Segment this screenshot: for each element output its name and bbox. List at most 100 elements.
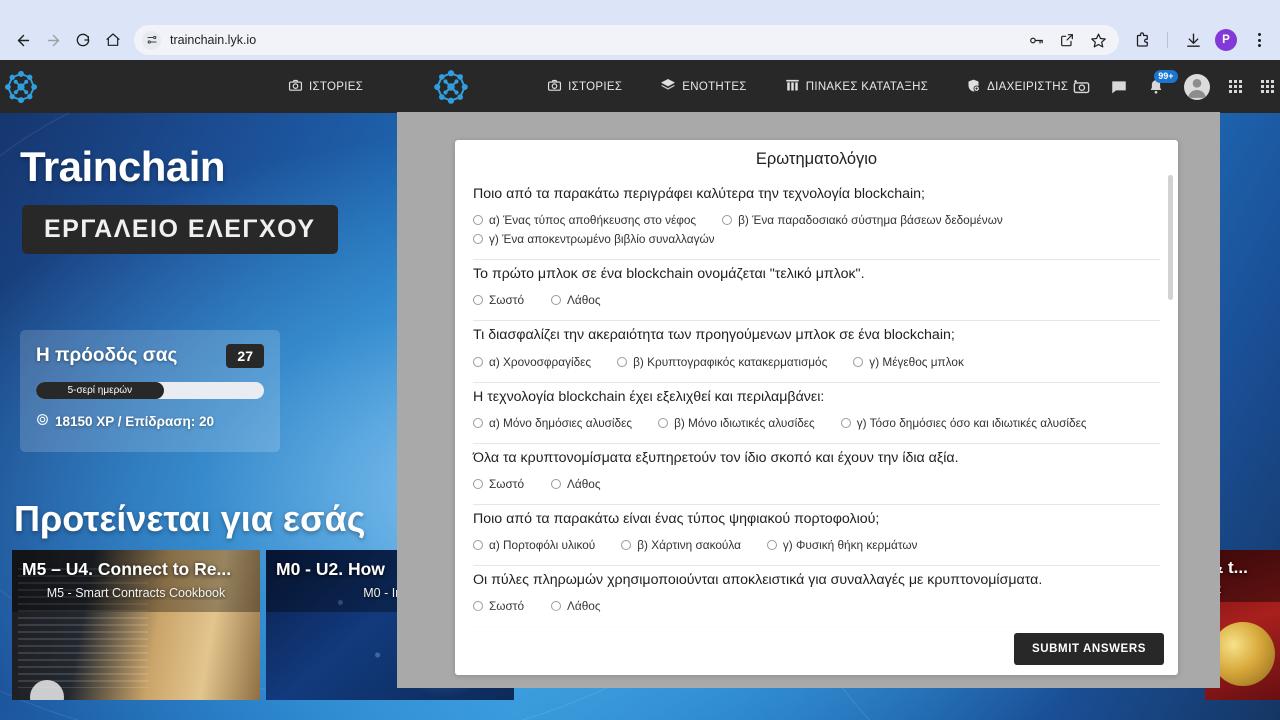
password-key-icon[interactable] [1027, 31, 1045, 49]
quiz-option-label: Σωστό [489, 599, 525, 614]
quiz-questions-list[interactable]: Ποιο από τα παρακάτω περιγράφει καλύτερα… [455, 180, 1178, 633]
site-nav-menu: ΙΣΤΟΡΙΕΣ ΕΝΟΤΗΤΕΣ ΠΙΝΑΚΕΣ ΚΑΤΑΤΑΞΗΣ ΔΙΑΧ… [543, 77, 1072, 96]
radio-button[interactable] [621, 540, 632, 551]
quiz-option[interactable]: Λάθος [551, 293, 629, 307]
share-icon[interactable] [1058, 31, 1076, 49]
site-logo-center-icon[interactable] [429, 65, 473, 109]
nav-item-modules[interactable]: ΕΝΟΤΗΤΕΣ [656, 77, 750, 96]
quiz-option[interactable]: β) Μόνο ιδιωτικές αλυσίδες [658, 416, 841, 430]
site-logo-left-icon[interactable] [0, 66, 42, 108]
radio-button[interactable] [617, 356, 628, 367]
address-bar[interactable]: trainchain.lyk.io [134, 25, 1119, 55]
xp-row: 18150 XP / Επίδραση: 20 [36, 413, 264, 429]
apps-grid-secondary-icon[interactable] [1261, 80, 1275, 93]
browser-menu-icon[interactable] [1246, 27, 1272, 53]
radio-button[interactable] [473, 540, 483, 551]
radio-button[interactable] [473, 356, 483, 367]
radio-button[interactable] [766, 540, 777, 551]
radio-button[interactable] [473, 417, 483, 428]
xp-text: 18150 XP / Επίδραση: 20 [55, 413, 214, 429]
progress-badge: 27 [226, 344, 264, 368]
quiz-option-label: Λάθος [567, 293, 601, 308]
home-button[interactable] [98, 25, 128, 55]
apps-grid-icon[interactable] [1229, 80, 1243, 93]
nav-left-stories[interactable]: ΙΣΤΟΡΙΕΣ [284, 78, 367, 96]
quiz-option-label: β) Χάρτινη σακούλα [637, 538, 741, 553]
quiz-options: α) Μόνο δημόσιες αλυσίδες β) Μόνο ιδιωτικ… [473, 416, 1160, 430]
radio-button[interactable] [551, 478, 561, 489]
avatar[interactable] [1184, 73, 1211, 100]
quiz-option[interactable]: β) Κρυπτογραφικός κατακερματισμός [617, 355, 853, 369]
site-settings-icon[interactable] [142, 30, 161, 50]
quiz-option[interactable]: Λάθος [551, 599, 629, 613]
radio-button[interactable] [473, 234, 483, 245]
nav-item-admin[interactable]: ΔΙΑΧΕΙΡΙΣΤΗΣ [962, 78, 1072, 96]
quiz-option[interactable]: Σωστό [473, 477, 551, 491]
quiz-option[interactable]: Λάθος [551, 477, 629, 491]
quiz-option[interactable]: Σωστό [473, 599, 551, 613]
bell-icon[interactable]: 99+ [1147, 69, 1178, 96]
quiz-question-text: Ποιο από τα παρακάτω περιγράφει καλύτερα… [473, 186, 925, 202]
toolbar-right-actions: P [1127, 27, 1272, 53]
nav-item-stories[interactable]: ΙΣΤΟΡΙΕΣ [543, 78, 626, 96]
nav-item-leaderboards-label: ΠΙΝΑΚΕΣ ΚΑΤΑΤΑΞΗΣ [805, 80, 929, 93]
toolbar-divider [1167, 32, 1168, 48]
modal-scrollbar[interactable] [1168, 175, 1173, 300]
camera-add-icon[interactable] [1072, 77, 1091, 96]
back-button[interactable] [8, 25, 38, 55]
downloads-icon[interactable] [1180, 27, 1206, 53]
target-icon [36, 413, 49, 429]
quiz-option[interactable]: α) Ένας τύπος αποθήκευσης στο νέφος [473, 213, 722, 227]
course-card-title: M5 – U4. Connect to Re... [22, 559, 232, 579]
quiz-option-label: γ) Τόσο δημόσιες όσο και ιδιωτικές αλυσί… [856, 415, 1087, 430]
course-card[interactable]: M5 – U4. Connect to Re... M5 - Smart Con… [12, 550, 260, 700]
quiz-option[interactable]: α) Μόνο δημόσιες αλυσίδες [473, 416, 658, 430]
radio-button[interactable] [722, 215, 733, 226]
quiz-option-label: α) Ένας τύπος αποθήκευσης στο νέφος [489, 213, 697, 228]
radio-button[interactable] [658, 417, 669, 428]
camera-icon [288, 78, 303, 96]
site-nav-actions: 99+ [1072, 69, 1280, 100]
quiz-option[interactable]: γ) Τόσο δημόσιες όσο και ιδιωτικές αλυσί… [840, 415, 1113, 430]
forward-button[interactable] [38, 25, 68, 55]
quiz-option[interactable]: γ) Μέγεθος μπλοκ [853, 355, 990, 369]
omnibox-actions [1027, 31, 1113, 49]
progress-bar-label: 5-σερί ημερών [36, 382, 164, 399]
nav-item-leaderboards[interactable]: ΠΙΝΑΚΕΣ ΚΑΤΑΤΑΞΗΣ [781, 78, 932, 96]
quiz-option[interactable]: Σωστό [473, 293, 551, 307]
radio-button[interactable] [473, 601, 483, 612]
site-navbar: ΙΣΤΟΡΙΕΣ ΙΣΤΟΡΙΕΣ ΕΝΟΤΗΤΕΣ ΠΙΝΑΚΕΣ ΚΑΤΑΤ… [0, 60, 1280, 113]
radio-button[interactable] [473, 295, 483, 306]
quiz-option[interactable]: α) Χρονοσφραγίδες [473, 355, 617, 369]
layers-icon [660, 77, 676, 96]
tab-strip [0, 0, 1280, 20]
quiz-option-label: γ) Ένα αποκεντρωμένο βιβλίο συναλλαγών [489, 232, 715, 247]
camera-icon [547, 78, 562, 96]
radio-button[interactable] [473, 215, 483, 226]
submit-row: SUBMIT ANSWERS [1013, 633, 1164, 665]
radio-button[interactable] [840, 417, 851, 428]
extensions-icon[interactable] [1129, 27, 1155, 53]
nav-item-stories-label: ΙΣΤΟΡΙΕΣ [568, 80, 623, 93]
reload-button[interactable] [68, 25, 98, 55]
quiz-option[interactable]: γ) Ένα αποκεντρωμένο βιβλίο συναλλαγών [473, 232, 741, 246]
quiz-option-label: γ) Φυσική θήκη κερμάτων [782, 538, 918, 553]
chat-icon[interactable] [1110, 78, 1128, 96]
quiz-option[interactable]: α) Πορτοφόλι υλικού [473, 538, 621, 552]
bookmark-star-icon[interactable] [1089, 31, 1107, 49]
quiz-option[interactable]: γ) Φυσική θήκη κερμάτων [766, 538, 944, 553]
radio-button[interactable] [551, 295, 561, 306]
radio-button[interactable] [853, 356, 864, 367]
quiz-option[interactable]: β) Ένα παραδοσιακό σύστημα βάσεων δεδομέ… [722, 213, 1029, 227]
quiz-option[interactable]: β) Χάρτινη σακούλα [621, 538, 767, 552]
radio-button[interactable] [473, 478, 483, 489]
url-text[interactable]: trainchain.lyk.io [170, 33, 1027, 47]
quiz-options: α) Ένας τύπος αποθήκευσης στο νέφος β) Έν… [473, 213, 1160, 246]
radio-button[interactable] [551, 601, 561, 612]
progress-card: Η πρόοδός σας 27 5-σερί ημερών 18150 XP … [20, 330, 280, 452]
notification-badge: 99+ [1154, 69, 1178, 83]
profile-avatar[interactable]: P [1215, 29, 1237, 51]
quiz-question: Οι πύλες πληρωμών χρησιμοποιούνται αποκλ… [473, 566, 1160, 628]
quiz-options: Σωστό Λάθος [473, 477, 1160, 491]
submit-answers-button[interactable]: SUBMIT ANSWERS [1013, 633, 1164, 665]
